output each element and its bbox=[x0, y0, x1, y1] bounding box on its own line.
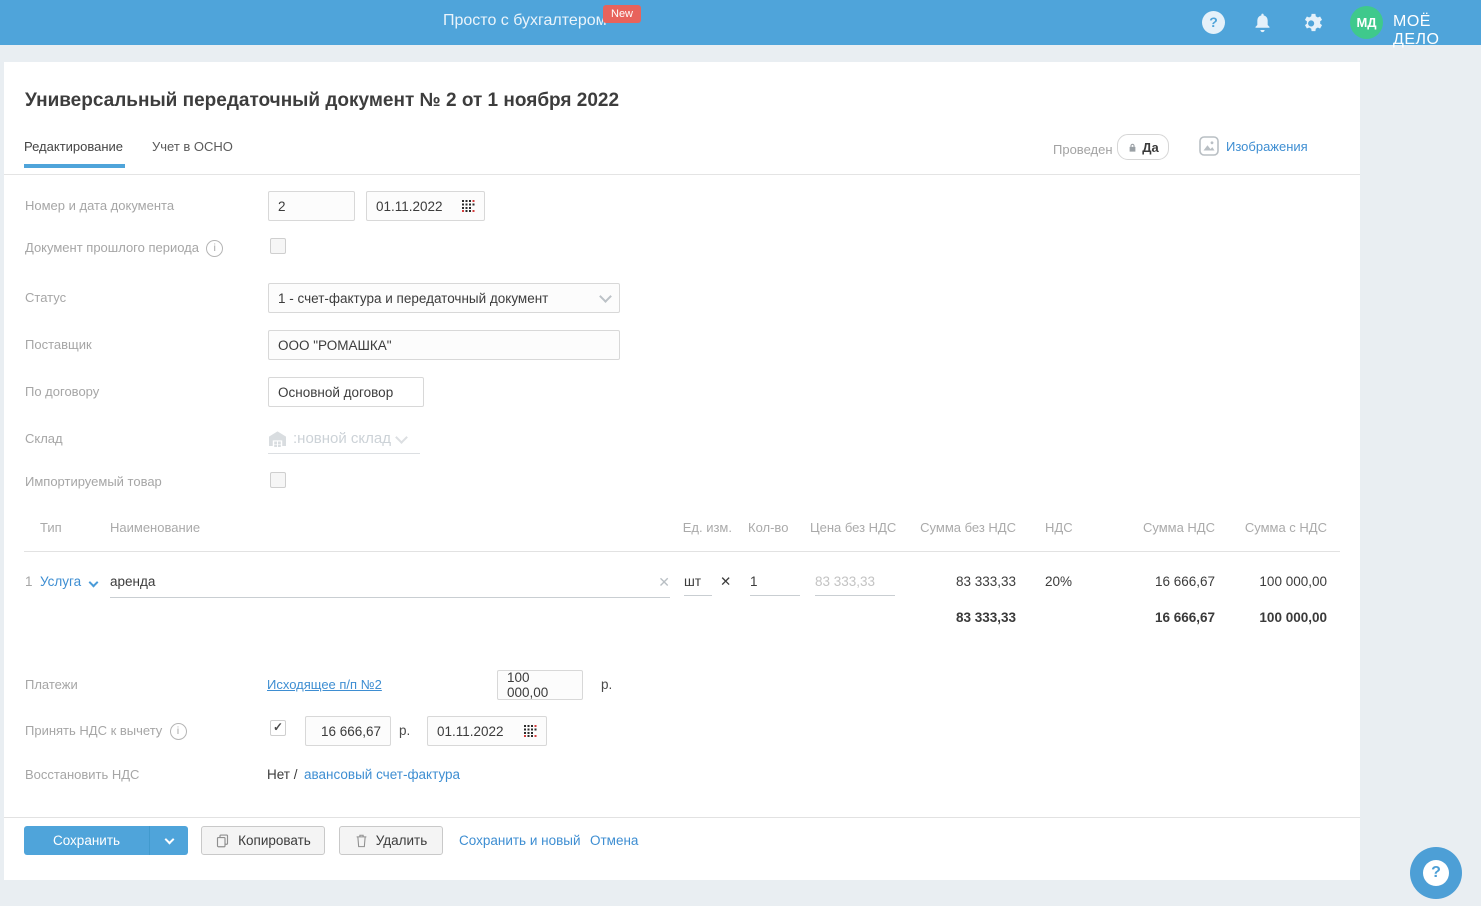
top-bar: Просто с бухгалтером New ? МД МОЁ ДЕЛО bbox=[0, 0, 1481, 48]
past-period-label: Документ прошлого периода i bbox=[25, 240, 224, 258]
col-vat: НДС bbox=[1045, 520, 1073, 535]
save-button[interactable]: Сохранить bbox=[24, 826, 188, 855]
posted-value: Да bbox=[1142, 139, 1159, 155]
trash-icon bbox=[355, 833, 368, 848]
warehouse-label: Склад bbox=[25, 431, 63, 446]
row-total: 100 000,00 bbox=[1259, 574, 1327, 589]
number-input[interactable]: 2 bbox=[268, 191, 355, 221]
supplier-label: Поставщик bbox=[25, 337, 92, 352]
warehouse-select: :новной склад bbox=[268, 424, 420, 454]
warehouse-icon bbox=[268, 430, 287, 447]
lock-icon bbox=[1127, 142, 1138, 153]
row-vat-sum: 16 666,67 bbox=[1154, 574, 1215, 589]
vat-deduct-checkbox[interactable]: ✓ bbox=[270, 720, 286, 736]
question-mark-icon: ? bbox=[1423, 860, 1449, 886]
vat-restore-value: Нет / bbox=[267, 767, 298, 782]
clear-icon[interactable]: ✕ bbox=[658, 574, 670, 591]
tabs-divider bbox=[4, 174, 1360, 175]
payment-order-link[interactable]: Исходящее п/п №2 bbox=[267, 677, 382, 692]
promo-new-badge: New bbox=[603, 5, 642, 23]
number-date-label: Номер и дата документа bbox=[25, 198, 175, 213]
col-name: Наименование bbox=[110, 520, 201, 535]
imported-goods-checkbox[interactable] bbox=[270, 472, 286, 488]
row-sum-no-vat: 83 333,33 bbox=[955, 574, 1016, 589]
table-header-divider bbox=[24, 551, 1340, 552]
warehouse-value: :новной склад bbox=[293, 430, 392, 447]
delete-button[interactable]: Удалить bbox=[339, 826, 443, 855]
chevron-down-icon bbox=[599, 290, 612, 303]
vat-date-input[interactable]: 01.11.2022 bbox=[427, 716, 547, 746]
active-tab-underline bbox=[24, 164, 125, 168]
row-qty-input[interactable]: 1 bbox=[750, 574, 800, 596]
footer-divider bbox=[4, 817, 1360, 818]
bell-icon[interactable] bbox=[1251, 11, 1274, 34]
tab-osno[interactable]: Учет в ОСНО bbox=[152, 139, 233, 154]
col-total: Сумма с НДС bbox=[1244, 520, 1327, 535]
date-input[interactable]: 01.11.2022 bbox=[366, 191, 485, 221]
cancel-link[interactable]: Отмена bbox=[590, 833, 638, 848]
posted-label: Проведен bbox=[1053, 142, 1113, 157]
info-icon[interactable]: i bbox=[169, 723, 187, 741]
images-link-wrap[interactable]: Изображения bbox=[1199, 136, 1308, 156]
document-card: Универсальный передаточный документ № 2 … bbox=[4, 62, 1360, 880]
clear-icon[interactable]: ✕ bbox=[720, 574, 731, 590]
imported-goods-label: Импортируемый товар bbox=[25, 474, 162, 489]
vat-amount-input[interactable]: 16 666,67 bbox=[305, 716, 391, 746]
posted-toggle[interactable]: Да bbox=[1117, 134, 1169, 160]
copy-icon bbox=[215, 833, 230, 848]
calendar-icon[interactable] bbox=[524, 725, 537, 737]
chevron-down-icon bbox=[88, 577, 99, 588]
col-unit: Ед. изм. bbox=[682, 520, 732, 535]
brand-logo[interactable]: МОЁ ДЕЛО bbox=[1393, 13, 1481, 49]
gear-icon[interactable] bbox=[1302, 11, 1325, 34]
help-icon[interactable]: ? bbox=[1202, 11, 1225, 34]
col-price: Цена без НДС bbox=[810, 520, 897, 535]
col-vat-sum: Сумма НДС bbox=[1142, 520, 1215, 535]
col-type: Тип bbox=[40, 520, 62, 535]
row-price-input[interactable]: 83 333,33 bbox=[815, 574, 895, 596]
status-select[interactable]: 1 - счет-фактура и передаточный документ bbox=[268, 283, 620, 313]
page-title: Универсальный передаточный документ № 2 … bbox=[25, 90, 620, 111]
row-type-select[interactable]: Услуга bbox=[40, 574, 99, 589]
payment-amount-input[interactable]: 100 000,00 bbox=[497, 670, 583, 700]
total-sum-no-vat: 83 333,33 bbox=[955, 610, 1016, 625]
col-qty: Кол-во bbox=[748, 520, 789, 535]
payments-label: Платежи bbox=[25, 677, 78, 692]
supplier-input[interactable]: ООО "РОМАШКА" bbox=[268, 330, 620, 360]
currency-label: р. bbox=[399, 723, 411, 738]
total-with-vat: 100 000,00 bbox=[1259, 610, 1327, 625]
copy-button[interactable]: Копировать bbox=[201, 826, 325, 855]
calendar-icon[interactable] bbox=[462, 200, 475, 212]
save-dropdown[interactable] bbox=[149, 826, 188, 855]
contract-label: По договору bbox=[25, 384, 100, 399]
status-label: Статус bbox=[25, 290, 67, 305]
contract-button[interactable]: Основной договор bbox=[268, 377, 424, 407]
promo-text: Просто с бухгалтером bbox=[443, 12, 607, 29]
images-link[interactable]: Изображения bbox=[1226, 139, 1308, 154]
avatar[interactable]: МД bbox=[1350, 6, 1383, 39]
save-and-new-link[interactable]: Сохранить и новый bbox=[459, 833, 581, 848]
info-icon[interactable]: i bbox=[206, 240, 224, 258]
vat-deduct-label: Принять НДС к вычету i bbox=[25, 723, 187, 741]
past-period-checkbox[interactable] bbox=[270, 238, 286, 254]
row-unit-input[interactable]: шт bbox=[684, 574, 712, 596]
image-icon bbox=[1199, 136, 1219, 156]
floating-help-button[interactable]: ? bbox=[1410, 847, 1462, 899]
row-number: 1 bbox=[25, 574, 33, 589]
total-vat-sum: 16 666,67 bbox=[1154, 610, 1215, 625]
chevron-down-icon bbox=[395, 430, 408, 444]
col-sum-no-vat: Сумма без НДС bbox=[920, 520, 1016, 535]
row-vat: 20% bbox=[1045, 574, 1073, 589]
tab-editing[interactable]: Редактирование bbox=[24, 139, 123, 154]
vat-restore-label: Восстановить НДС bbox=[25, 767, 140, 782]
currency-label: р. bbox=[601, 677, 613, 692]
row-name-input[interactable]: аренда ✕ bbox=[110, 574, 670, 598]
advance-invoice-link[interactable]: авансовый счет-фактура bbox=[304, 767, 460, 782]
